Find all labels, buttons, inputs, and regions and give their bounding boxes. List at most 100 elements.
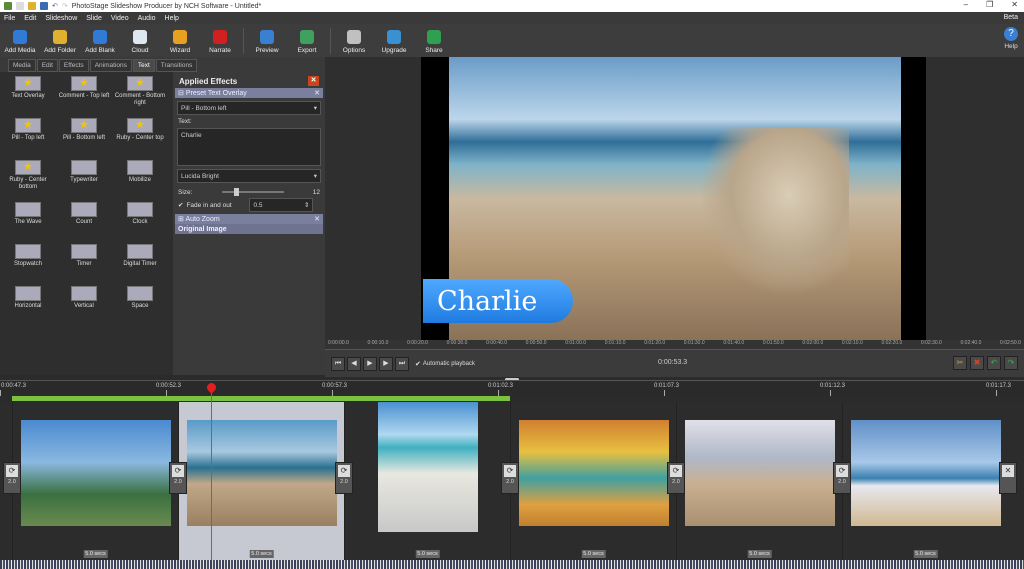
menu-audio[interactable]: Audio — [138, 15, 156, 22]
transition-marker[interactable]: ⟳ 2.0 — [501, 462, 519, 494]
original-image-header[interactable]: Original Image — [175, 224, 323, 234]
toolbar-add-media-button[interactable]: Add Media — [0, 30, 40, 54]
close-icon[interactable]: ✕ — [314, 215, 320, 223]
tab-text[interactable]: Text — [132, 59, 155, 72]
add-transition-marker[interactable]: ✕ — [999, 462, 1017, 494]
fade-label: Fade in and out — [186, 201, 232, 209]
app-icon — [4, 2, 12, 10]
effect-item[interactable]: Count — [58, 202, 110, 244]
toolbar-preview-button[interactable]: Preview — [247, 30, 287, 54]
effect-item[interactable]: ★ Text Overlay — [2, 76, 54, 118]
auto-playback-checkbox[interactable]: ✔ — [415, 360, 421, 368]
toolbar-narrate-button[interactable]: Narrate — [200, 30, 240, 54]
effect-item[interactable]: Digital Timer — [114, 244, 166, 286]
transition-marker[interactable]: ⟳ 2.0 — [3, 462, 21, 494]
step-back-button[interactable]: ◀ — [347, 356, 361, 371]
menu-file[interactable]: File — [4, 15, 15, 22]
toolbar-share-button[interactable]: Share — [414, 30, 454, 54]
text-input[interactable]: Charlie — [177, 128, 321, 166]
remove-all-effects-button[interactable]: ✕ — [308, 76, 319, 86]
effect-item[interactable]: ★ Pill - Bottom left — [58, 118, 110, 160]
toolbar-upgrade-button[interactable]: Upgrade — [374, 30, 414, 54]
redo-icon[interactable]: ↷ — [62, 2, 68, 10]
close-icon[interactable]: ✕ — [314, 89, 320, 97]
transition-marker[interactable]: ⟳ 2.0 — [335, 462, 353, 494]
maximize-icon[interactable]: ❐ — [986, 0, 993, 9]
menu-edit[interactable]: Edit — [24, 15, 36, 22]
tab-effects[interactable]: Effects — [58, 59, 89, 72]
applied-effects-title: Applied Effects — [179, 76, 238, 86]
transition-icon: ⟳ — [504, 465, 516, 477]
slider-handle[interactable] — [234, 188, 239, 196]
open-icon[interactable] — [28, 2, 36, 10]
style-dropdown[interactable]: Pill - Bottom left ▾ — [177, 101, 321, 115]
split-button[interactable]: ✂ — [953, 356, 967, 370]
save-icon[interactable] — [40, 2, 48, 10]
toolbar-wizard-button[interactable]: Wizard — [160, 30, 200, 54]
panel-tabs: Media Edit Effects Animations Text Transition… — [0, 57, 325, 72]
toolbar-add-folder-button[interactable]: Add Folder — [40, 30, 80, 54]
rotate-left-button[interactable]: ↶ — [987, 356, 1001, 370]
effect-item[interactable]: ★ Pill - Top left — [2, 118, 54, 160]
close-icon[interactable]: ✕ — [1011, 0, 1018, 9]
help-button[interactable]: ? Help — [1004, 27, 1018, 50]
play-button[interactable]: ▶ — [363, 356, 377, 371]
effect-item[interactable]: Timer — [58, 244, 110, 286]
size-slider[interactable] — [221, 188, 284, 196]
menu-video[interactable]: Video — [111, 15, 129, 22]
effect-item[interactable]: Typewriter — [58, 160, 110, 202]
toolbar-add-blank-button[interactable]: Add Blank — [80, 30, 120, 54]
new-icon[interactable] — [16, 2, 24, 10]
effect-item[interactable]: ★ Comment - Top left — [58, 76, 110, 118]
text-overlay-pill[interactable]: Charlie — [423, 279, 573, 323]
transition-marker[interactable]: ⟳ 2.0 — [667, 462, 685, 494]
tab-transitions[interactable]: Transitions — [155, 59, 198, 72]
delete-button[interactable]: ✖ — [970, 356, 984, 370]
tab-media[interactable]: Media — [8, 59, 36, 72]
minimize-icon[interactable]: – — [964, 0, 968, 9]
audio-waveform[interactable] — [0, 560, 1024, 569]
fade-duration-input[interactable]: 0.5 ⇕ — [249, 198, 314, 212]
tab-animations[interactable]: Animations — [89, 59, 132, 72]
menu-slideshow[interactable]: Slideshow — [45, 15, 77, 22]
undo-icon[interactable]: ↶ — [52, 2, 58, 10]
transition-marker[interactable]: ⟳ 2.0 — [169, 462, 187, 494]
font-dropdown[interactable]: Lucida Bright ▾ — [177, 169, 321, 183]
preset-text-overlay-header[interactable]: ⊟ Preset Text Overlay ✕ — [175, 88, 323, 98]
auto-zoom-header[interactable]: ⊞ Auto Zoom ✕ — [175, 214, 323, 224]
toolbar-label: Upgrade — [381, 47, 407, 54]
timeline-clip[interactable]: 5.0 secs — [842, 402, 1008, 560]
timeline-clip[interactable]: 5.0 secs — [344, 402, 510, 560]
preview-ruler[interactable]: 0:00:00.0 0:00:10.0 0:00:20.0 0:00:30.0 0:00… — [325, 340, 1024, 350]
skip-start-button[interactable]: ⏮ — [331, 356, 345, 371]
rotate-right-button[interactable]: ↷ — [1004, 356, 1018, 370]
menu-help[interactable]: Help — [165, 15, 179, 22]
effect-item[interactable]: ★ Ruby - Center top — [114, 118, 166, 160]
timeline-ruler[interactable]: 0:00:47.3 0:00:52.3 0:00:57.3 0:01:02.3 0:01… — [0, 380, 1024, 396]
skip-end-button[interactable]: ⏭ — [395, 356, 409, 371]
toolbar-cloud-button[interactable]: Cloud — [120, 30, 160, 54]
effect-item[interactable]: Horizontal — [2, 286, 54, 328]
toolbar-export-button[interactable]: Export — [287, 30, 327, 54]
timeline-clip[interactable]: 5.0 secs — [676, 402, 842, 560]
timeline-clip[interactable]: 5.0 secs — [178, 402, 344, 560]
step-forward-button[interactable]: ▶ — [379, 356, 393, 371]
effect-item[interactable]: Clock — [114, 202, 166, 244]
effect-item[interactable]: ★ Ruby - Center bottom — [2, 160, 54, 202]
timeline-clip[interactable]: 5.0 secs — [510, 402, 676, 560]
tab-edit[interactable]: Edit — [36, 59, 58, 72]
effect-item[interactable]: Vertical — [58, 286, 110, 328]
effect-item[interactable]: ★ Comment - Bottom right — [114, 76, 166, 118]
effect-item[interactable]: Space — [114, 286, 166, 328]
fade-checkbox[interactable]: ✔ — [178, 201, 183, 209]
toolbar-options-button[interactable]: Options — [334, 30, 374, 54]
effect-item[interactable]: The Wave — [2, 202, 54, 244]
timeline-clip[interactable]: 5.0 secs — [12, 402, 178, 560]
text-effect-track[interactable] — [12, 396, 510, 401]
fade-value: 0.5 — [253, 201, 263, 209]
effect-item[interactable]: Stopwatch — [2, 244, 54, 286]
spinner-icon[interactable]: ⇕ — [304, 201, 309, 209]
effect-item[interactable]: Mobilize — [114, 160, 166, 202]
transition-marker[interactable]: ⟳ 2.0 — [833, 462, 851, 494]
menu-slide[interactable]: Slide — [86, 15, 102, 22]
